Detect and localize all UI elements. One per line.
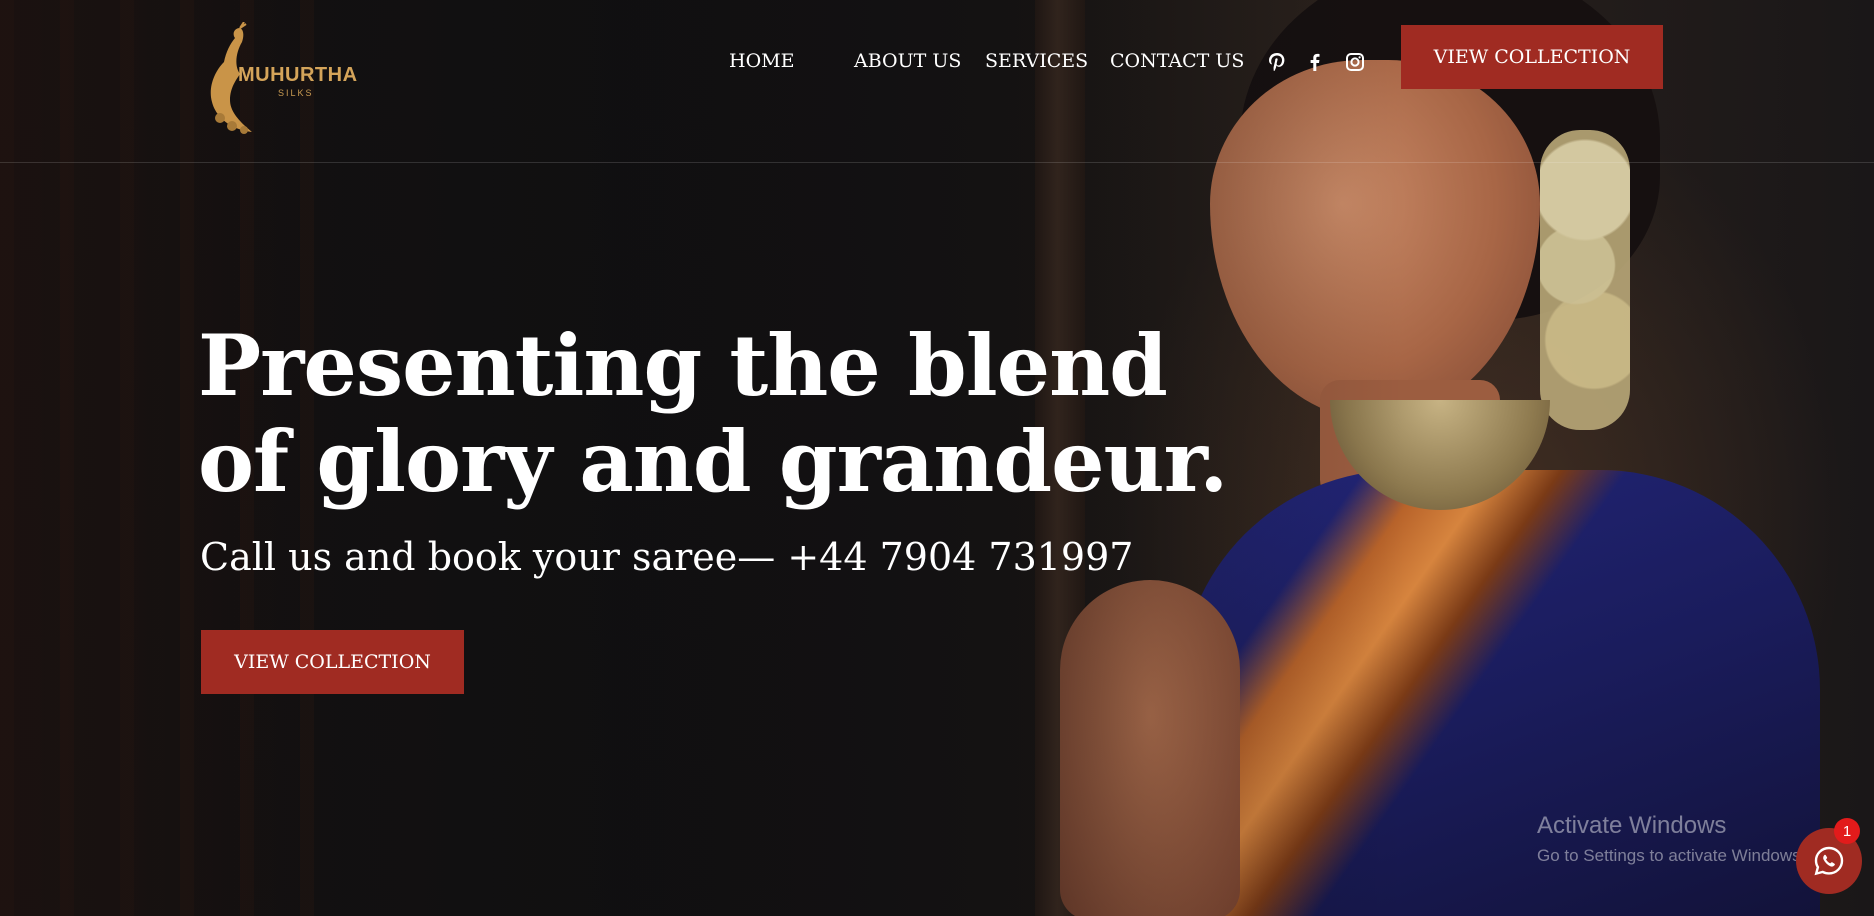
nav-home[interactable]: HOME xyxy=(729,50,794,72)
brand-logo[interactable]: MUHURTHA SILKS xyxy=(200,22,360,140)
facebook-icon[interactable] xyxy=(1305,52,1325,72)
nav-services[interactable]: SERVICES xyxy=(985,50,1088,72)
nav-contact-us[interactable]: CONTACT US xyxy=(1110,50,1244,72)
site-header: MUHURTHA SILKS HOME ABOUT US SERVICES CO… xyxy=(0,0,1874,163)
header-view-collection-button[interactable]: VIEW COLLECTION xyxy=(1401,25,1663,89)
chat-notification-badge: 1 xyxy=(1834,818,1860,844)
whatsapp-icon xyxy=(1814,846,1844,876)
hero-phone-line: Call us and book your saree— +44 7904 73… xyxy=(200,535,1134,579)
instagram-icon[interactable] xyxy=(1345,52,1365,72)
brand-tagline: SILKS xyxy=(278,88,314,98)
watermark-subtitle: Go to Settings to activate Windows. xyxy=(1537,846,1806,865)
hero-view-collection-button[interactable]: VIEW COLLECTION xyxy=(201,630,464,694)
nav-about-us[interactable]: ABOUT US xyxy=(854,50,961,72)
brand-name: MUHURTHA xyxy=(238,64,358,86)
hero-headline: Presenting the blend of glory and grande… xyxy=(198,316,1228,511)
headline-line-1: Presenting the blend xyxy=(198,316,1168,415)
pinterest-icon[interactable] xyxy=(1267,52,1287,72)
windows-activation-watermark: Activate Windows Go to Settings to activ… xyxy=(1537,812,1805,866)
headline-line-2: of glory and grandeur. xyxy=(198,412,1228,511)
watermark-title: Activate Windows xyxy=(1537,812,1727,839)
